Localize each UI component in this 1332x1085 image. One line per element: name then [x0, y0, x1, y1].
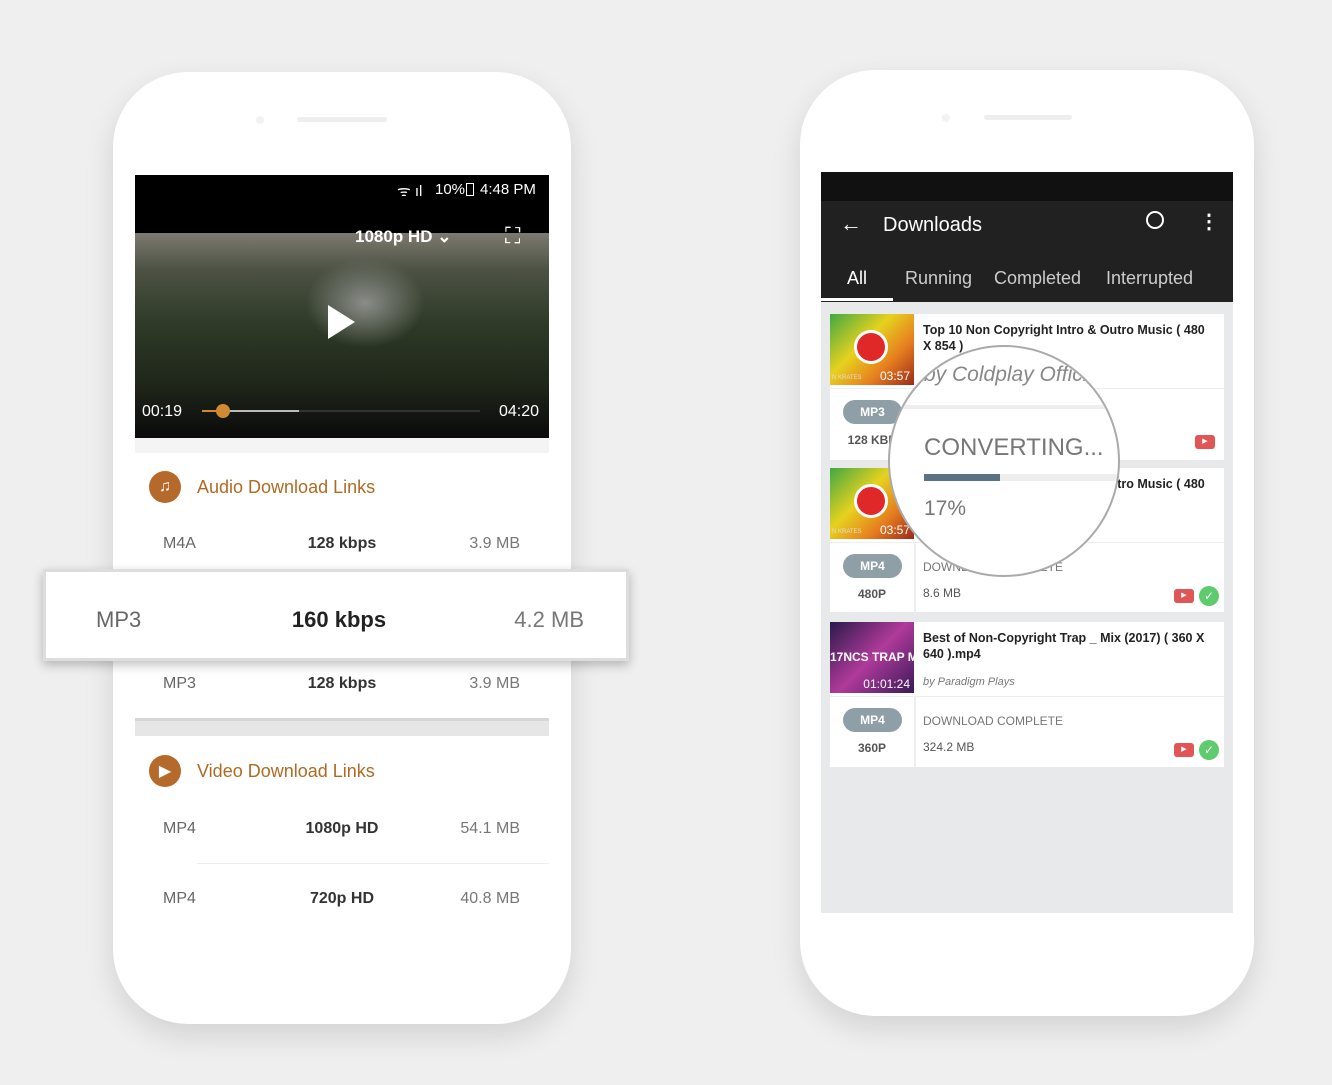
format-badge: MP3 [843, 400, 902, 424]
seek-bar[interactable] [202, 404, 480, 418]
highlighted-audio-row[interactable]: MP3 160 kbps 4.2 MB [43, 569, 629, 661]
youtube-icon[interactable]: ▶ [1174, 589, 1194, 603]
back-arrow-icon[interactable]: ← [840, 211, 862, 237]
duration: 03:57 [879, 369, 910, 383]
chevron-down-icon: ⌄ [437, 227, 452, 246]
format-badge: MP4 [843, 554, 902, 578]
quality-label: 1080p HD [355, 227, 433, 246]
video-frame [305, 258, 425, 348]
quality: 360P [857, 741, 887, 755]
speaker [984, 115, 1072, 120]
audio-row[interactable]: M4A 128 kbps 3.9 MB [135, 525, 549, 565]
elapsed-time: 00:19 [142, 403, 183, 420]
youtube-icon[interactable]: ▶ [1195, 435, 1215, 449]
duration: 01:01:24 [863, 677, 910, 691]
channel-name: by Paradigm Plays [923, 676, 1015, 688]
divider [135, 438, 549, 453]
channel-logo [854, 484, 888, 518]
item-title: Best of Non-Copyright Trap _ Mix (2017) … [923, 631, 1205, 661]
more-vert-icon[interactable]: ⋮ [1199, 209, 1219, 234]
video-section-header: ▶ Video Download Links [149, 755, 375, 787]
tab-all[interactable]: All [847, 268, 867, 289]
check-icon: ✓ [1199, 586, 1219, 606]
file-size: 324.2 MB [923, 740, 975, 754]
status-bar: ᯤ ıl 10% 4:48 PM [135, 175, 549, 233]
search-icon[interactable] [1146, 211, 1164, 229]
music-note-icon: ♫ [149, 471, 181, 503]
video-thumbnail: 17NCS TRAP M 01:01:24 [830, 622, 914, 693]
video-camera-icon: ▶ [149, 755, 181, 787]
convert-progress-bar [924, 474, 1118, 481]
wifi-signal-icon: ᯤ ıl [397, 183, 423, 200]
tab-running[interactable]: Running [905, 268, 972, 289]
divider [197, 863, 549, 864]
video-player[interactable]: 1080p HD ⌄ ⛶ 00:19 04:20 [135, 223, 549, 438]
toolbar-title: Downloads [883, 214, 982, 236]
battery-icon [466, 183, 474, 196]
magnifier-lens: by Coldplay Official CONVERTING... 17% [888, 345, 1120, 577]
audio-section-header: ♫ Audio Download Links [149, 471, 375, 503]
status-bar [821, 172, 1233, 201]
active-tab-indicator [821, 298, 893, 301]
channel-logo [854, 330, 888, 364]
quality: 480P [857, 587, 887, 601]
video-thumbnail: N KRATES 03:57 [830, 314, 914, 385]
section-divider [135, 718, 549, 736]
video-row[interactable]: MP4 1080p HD 54.1 MB [135, 810, 549, 850]
channel-name: by Coldplay Official [924, 363, 1104, 386]
convert-percent: 17% [924, 497, 967, 520]
fullscreen-icon[interactable]: ⛶ [505, 223, 520, 249]
left-screen: ᯤ ıl 10% 4:48 PM 1080p HD ⌄ ⛶ 00:19 04:2… [135, 175, 549, 921]
battery-level: 10% [435, 181, 466, 198]
check-icon: ✓ [1199, 740, 1219, 760]
duration: 03:57 [879, 523, 910, 537]
youtube-icon[interactable]: ▶ [1174, 743, 1194, 757]
tab-interrupted[interactable]: Interrupted [1106, 268, 1193, 289]
format-badge: MP4 [843, 708, 902, 732]
camera [942, 114, 950, 122]
size: 4.2 MB [514, 607, 584, 632]
download-item[interactable]: 17NCS TRAP M 01:01:24 Best of Non-Copyri… [830, 622, 1224, 769]
speaker [297, 117, 387, 122]
converting-status: CONVERTING... [924, 434, 1104, 461]
clock: 4:48 PM [480, 181, 536, 198]
duration: 04:20 [499, 403, 540, 420]
video-title: Video Download Links [197, 760, 375, 781]
seek-thumb[interactable] [215, 404, 230, 418]
play-icon[interactable] [328, 305, 355, 339]
video-row[interactable]: MP4 720p HD 40.8 MB [135, 880, 549, 920]
file-size: 8.6 MB [923, 586, 962, 600]
tab-completed[interactable]: Completed [994, 268, 1081, 289]
quality-selector[interactable]: 1080p HD ⌄ [355, 227, 451, 247]
download-status: DOWNLOAD COMPLETE [923, 714, 1064, 728]
item-title: Top 10 Non Copyright Intro & Outro Music… [923, 323, 1205, 353]
audio-title: Audio Download Links [197, 476, 376, 497]
camera [256, 116, 264, 124]
audio-row[interactable]: MP3 128 kbps 3.9 MB [135, 665, 549, 705]
